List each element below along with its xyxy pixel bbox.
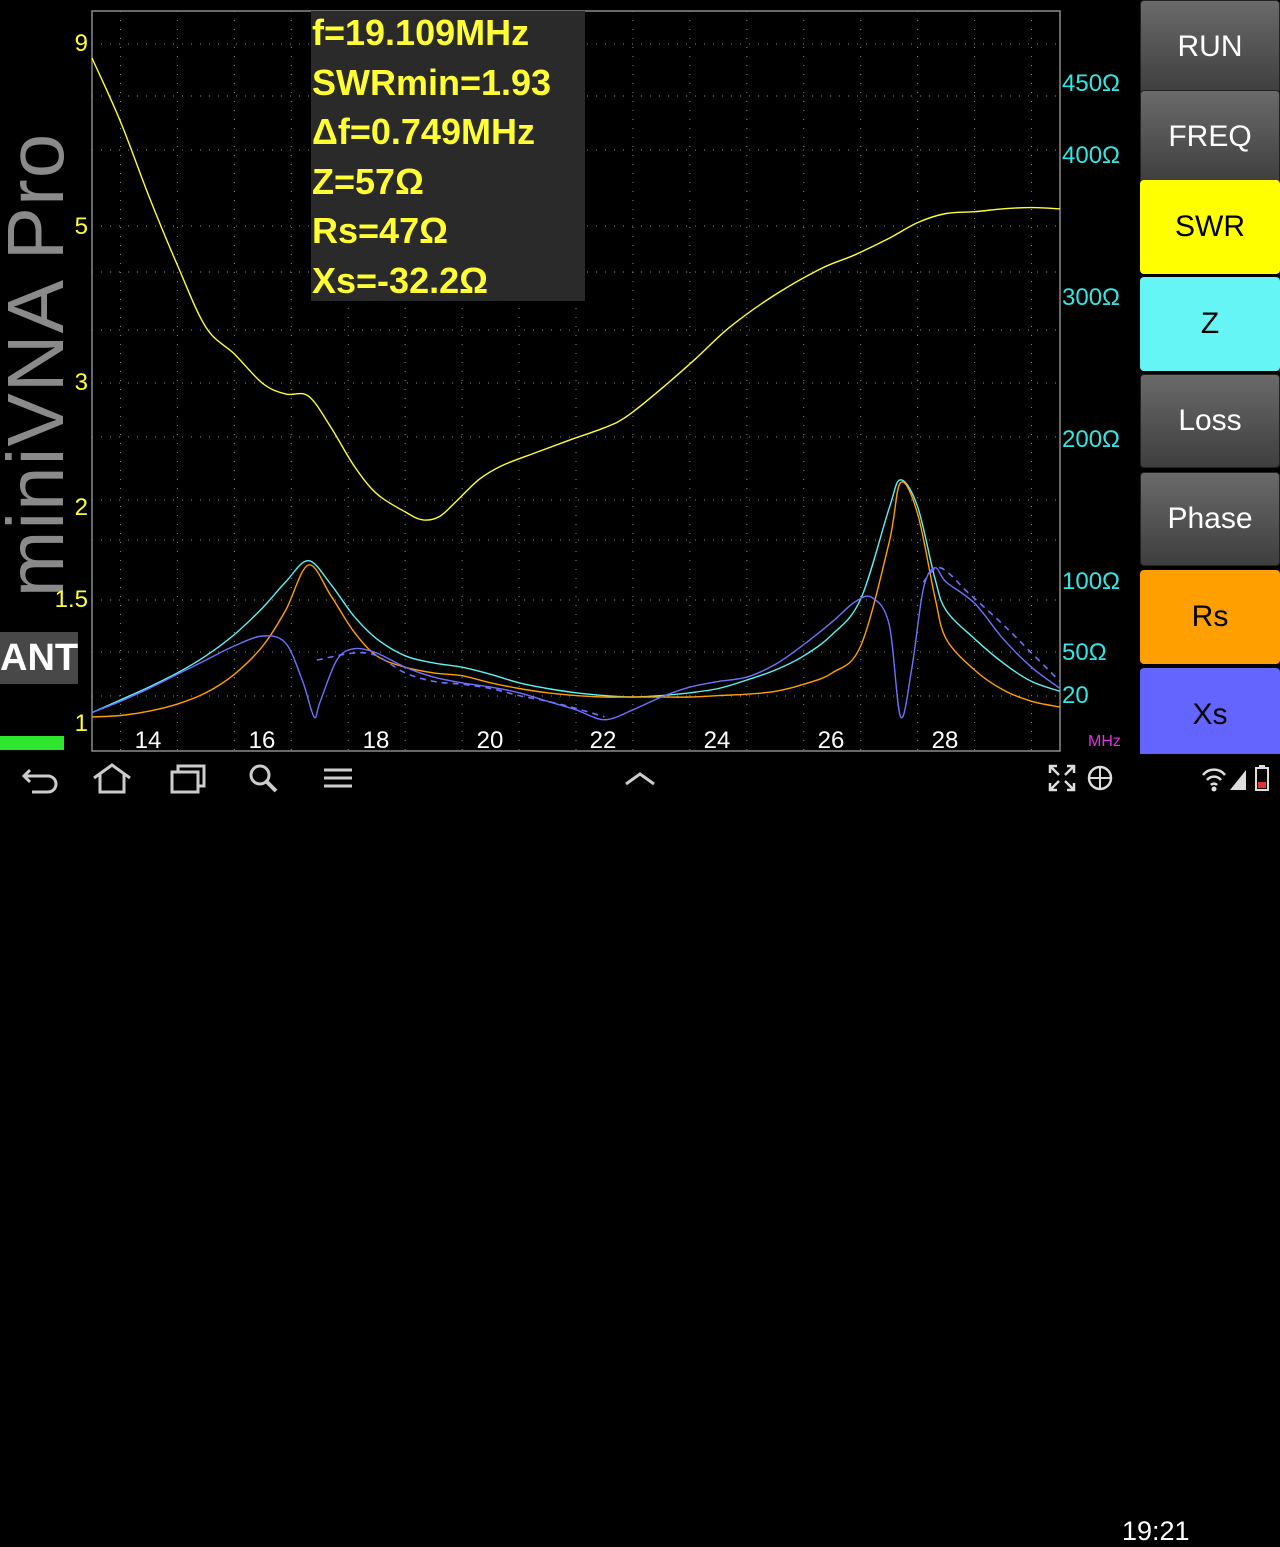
fullscreen-icon[interactable]	[1046, 762, 1078, 794]
freq-tick-14: 14	[134, 727, 162, 754]
freq-tick-20: 20	[476, 727, 504, 754]
freq-tick-22: 22	[589, 727, 617, 754]
readout-xs: Xs=-32.2Ω	[312, 259, 488, 301]
status-clock: 19:21	[1122, 1516, 1190, 1546]
ohm-tick-200: 200Ω	[1062, 426, 1120, 453]
back-icon[interactable]	[18, 762, 62, 794]
readout-impedance: Z=57Ω	[312, 160, 424, 202]
swr-tick-9: 9	[74, 30, 88, 57]
swr-tick-3: 3	[74, 369, 88, 396]
swr-toggle-button[interactable]: SWR	[1140, 180, 1280, 274]
swr-tick-1: 1	[74, 710, 88, 737]
mode-button-bar: RUN FREQ SWR Z Loss Phase Rs Xs	[1138, 0, 1280, 762]
swr-tick-1.5: 1.5	[54, 586, 88, 613]
phase-toggle-button[interactable]: Phase	[1140, 472, 1280, 566]
system-navigation-bar: 19:21	[0, 754, 1280, 1546]
recent-apps-icon[interactable]	[166, 762, 210, 794]
sync-icon	[1087, 765, 1113, 791]
freq-button[interactable]: FREQ	[1140, 90, 1280, 184]
wifi-icon	[1202, 768, 1226, 792]
swr-tick-5: 5	[74, 213, 88, 240]
freq-tick-26: 26	[817, 727, 845, 754]
readout-delta-f: Δf=0.749MHz	[312, 111, 535, 152]
ohm-tick-400: 400Ω	[1062, 142, 1120, 169]
chevron-up-icon[interactable]	[618, 762, 662, 794]
swr-tick-2: 2	[74, 494, 88, 521]
freq-tick-16: 16	[248, 727, 276, 754]
xs-toggle-button[interactable]: Xs	[1140, 668, 1280, 762]
freq-tick-28: 28	[931, 727, 959, 754]
readout-rs: Rs=47Ω	[312, 210, 448, 251]
freq-tick-18: 18	[362, 727, 390, 754]
search-icon[interactable]	[244, 762, 288, 794]
ohm-tick-450: 450Ω	[1062, 70, 1120, 97]
menu-icon[interactable]	[316, 762, 360, 794]
series-line-rs	[91, 481, 1061, 718]
ohm-tick-20: 20	[1062, 682, 1089, 709]
z-toggle-button[interactable]: Z	[1140, 277, 1280, 371]
readout-swr-min: SWRmin=1.93	[312, 61, 552, 103]
freq-tick-24: 24	[703, 727, 731, 754]
marker-readout: f=19.109MHz SWRmin=1.93 Δf=0.749MHz Z=57…	[311, 11, 585, 301]
loss-toggle-button[interactable]: Loss	[1140, 374, 1280, 468]
freq-unit-label: MHz	[1088, 733, 1121, 750]
ohm-tick-100: 100Ω	[1062, 568, 1120, 595]
rs-toggle-button[interactable]: Rs	[1140, 570, 1280, 664]
run-button[interactable]: RUN	[1140, 0, 1280, 94]
ohm-tick-300: 300Ω	[1062, 284, 1120, 311]
home-icon[interactable]	[90, 762, 134, 794]
readout-frequency: f=19.109MHz	[312, 12, 530, 53]
ohm-tick-50: 50Ω	[1062, 639, 1107, 666]
battery-icon	[1255, 765, 1269, 791]
cell-signal-icon	[1230, 770, 1246, 790]
series-line-xs-negative	[316, 651, 605, 718]
series-line-xs	[91, 567, 1061, 721]
